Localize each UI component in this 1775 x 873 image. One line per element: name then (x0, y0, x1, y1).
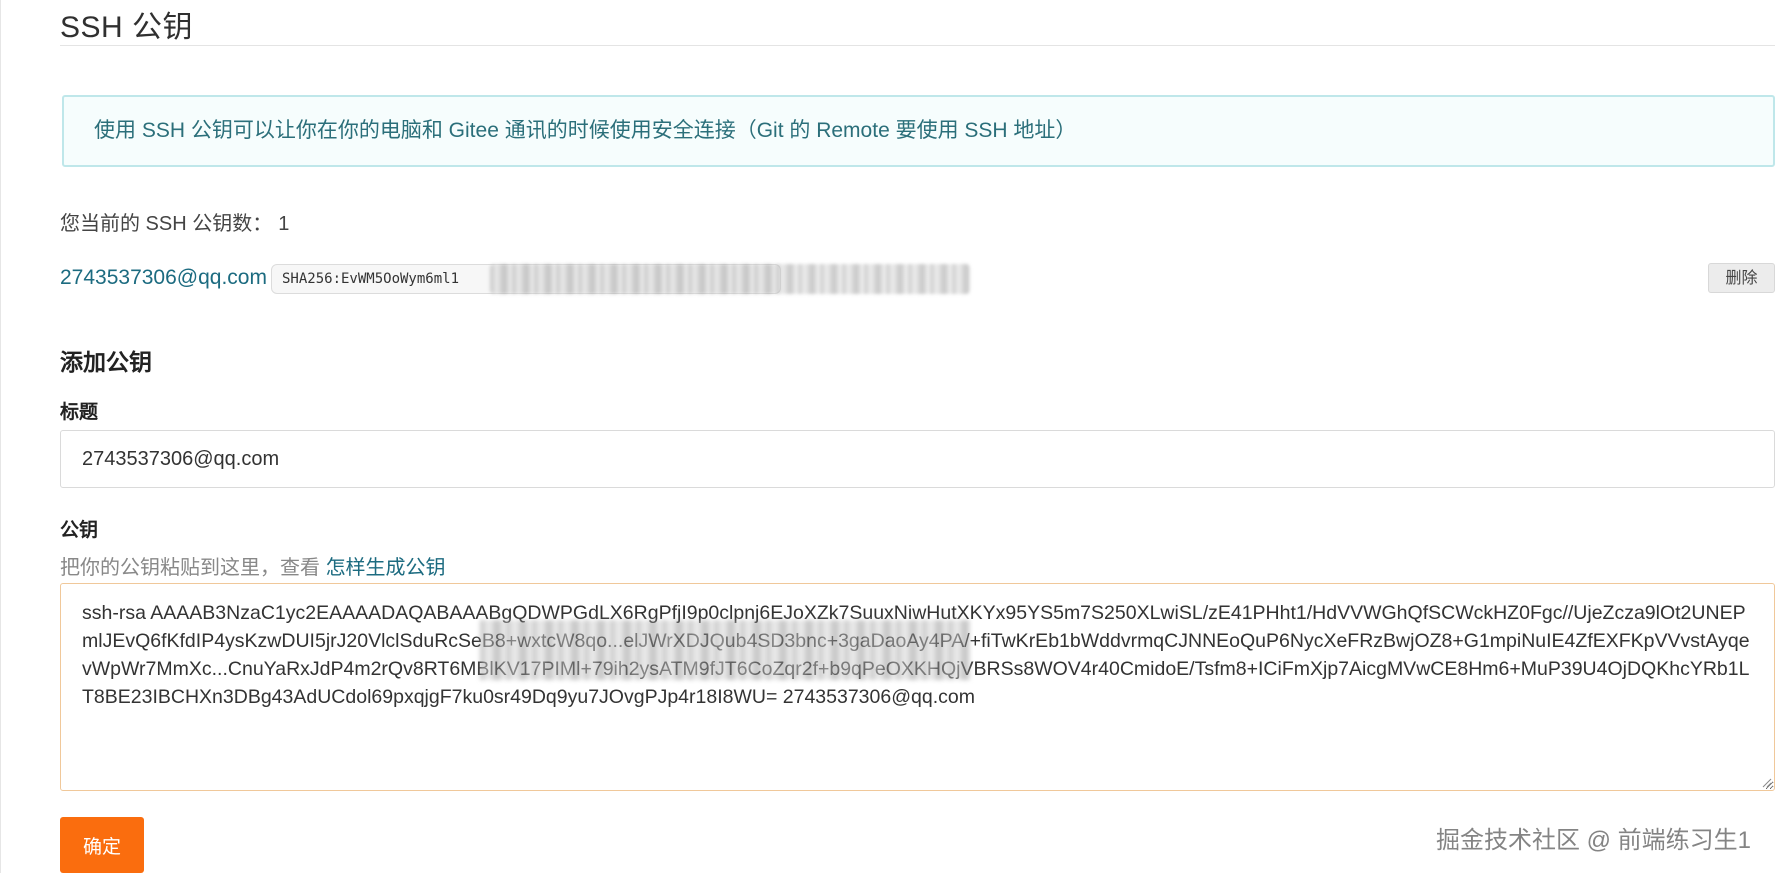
left-border (0, 0, 1, 873)
hint-text: 把你的公钥粘贴到这里，查看 (60, 557, 326, 579)
watermark-text: 掘金技术社区 @ 前端练习生1 (1435, 827, 1751, 854)
title-input[interactable] (60, 430, 1775, 488)
public-key-hint: 把你的公钥粘贴到这里，查看 怎样生成公钥 (60, 551, 446, 580)
redacted-fingerprint-blur (490, 264, 970, 294)
public-key-textarea[interactable]: ssh-rsa AAAAB3NzaC1yc2EAAAADAQABAAABgQDW… (60, 583, 1775, 791)
key-title-link[interactable]: 2743537306@qq.com (60, 266, 267, 290)
confirm-button[interactable]: 确定 (60, 817, 144, 873)
title-divider (60, 45, 1775, 46)
public-key-field-label: 公钥 (60, 520, 99, 541)
page-title: SSH 公钥 (60, 11, 194, 44)
title-field-label: 标题 (60, 402, 99, 423)
key-count-value: 1 (278, 213, 290, 235)
info-notice: 使用 SSH 公钥可以让你在你的电脑和 Gitee 通讯的时候使用安全连接（Gi… (62, 95, 1775, 167)
ssh-key-row: 2743537306@qq.com SHA256:EvWM5OoWym6ml1 … (60, 260, 1775, 296)
add-key-heading: 添加公钥 (60, 349, 152, 375)
key-count-label: 您当前的 SSH 公钥数： (60, 213, 273, 235)
delete-key-button[interactable]: 删除 (1708, 263, 1775, 293)
how-to-generate-key-link[interactable]: 怎样生成公钥 (326, 557, 446, 579)
ssh-key-settings-page: SSH 公钥 使用 SSH 公钥可以让你在你的电脑和 Gitee 通讯的时候使用… (0, 0, 1775, 873)
key-count: 您当前的 SSH 公钥数： 1 (60, 207, 289, 236)
